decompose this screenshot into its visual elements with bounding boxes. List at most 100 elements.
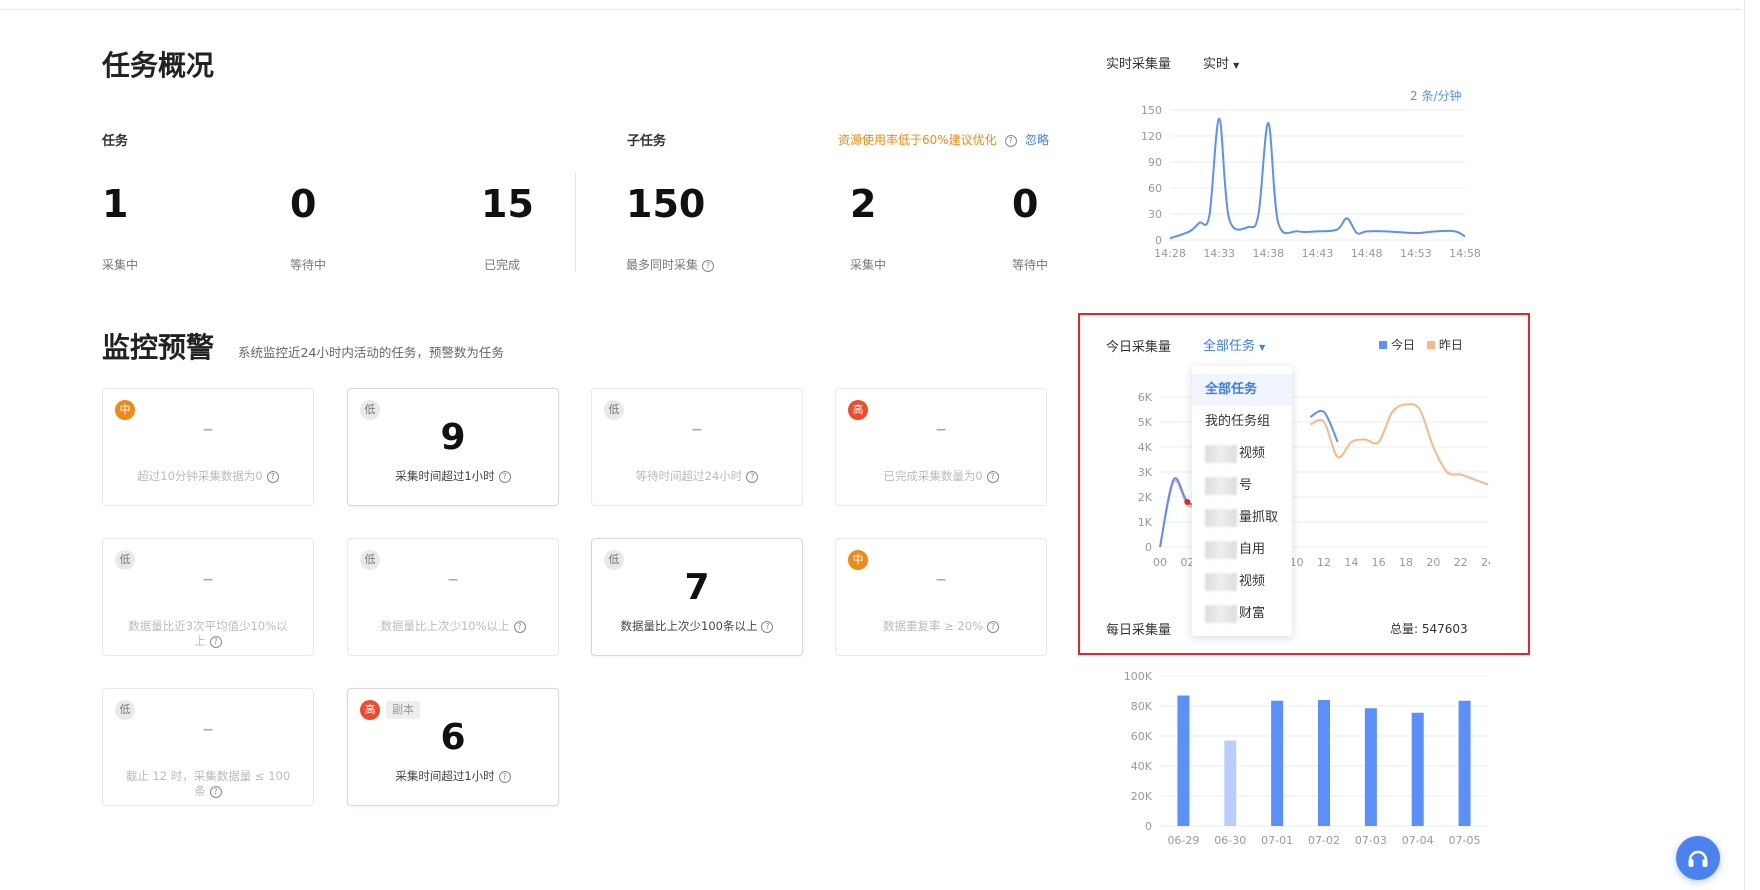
daily-total: 总量: 547603: [1390, 622, 1468, 636]
help-icon[interactable]: ?: [266, 470, 279, 483]
monitor-subtitle: 系统监控近24小时内活动的任务，预警数为任务: [238, 345, 504, 360]
scrollbar-track[interactable]: [1744, 0, 1745, 890]
today-filter-select[interactable]: 全部任务 ▼: [1203, 335, 1265, 354]
today-filter-value: 全部任务: [1203, 339, 1256, 354]
y-tick-label: 20K: [1131, 790, 1153, 803]
dropdown-option[interactable]: 视频: [1192, 438, 1292, 470]
help-icon[interactable]: ?: [513, 620, 526, 633]
help-icon[interactable]: ?: [498, 470, 511, 483]
dropdown-option[interactable]: 号: [1192, 470, 1292, 502]
subtask-stat-label: 最多同时采集?: [626, 256, 715, 273]
x-tick-label: 07-04: [1402, 834, 1434, 847]
x-tick-label: 14:33: [1203, 247, 1235, 260]
subtask-stat-label: 等待中: [1012, 258, 1049, 272]
dropdown-option[interactable]: 财富: [1192, 598, 1292, 630]
alert-count: –: [202, 417, 214, 442]
alert-description: 数据量比上次少10%以上?: [368, 619, 538, 634]
realtime-mode-value: 实时: [1203, 57, 1230, 72]
alert-count: –: [447, 567, 459, 592]
realtime-chart: 0 30 60 90 120 150 14:28 14:33 14:38 14:43 14:48 14…: [1141, 104, 1481, 260]
help-icon[interactable]: ?: [746, 470, 759, 483]
alert-description-text: 超过10分钟采集数据为0: [137, 469, 263, 483]
dropdown-option-text: 视频: [1239, 574, 1266, 589]
headset-icon: [1688, 850, 1708, 867]
dropdown-option-text: 量抓取: [1239, 510, 1279, 525]
redacted-text: [1205, 572, 1237, 591]
y-tick-label: 150: [1141, 104, 1162, 117]
alert-card[interactable]: 低 7 数据量比上次少100条以上?: [591, 538, 803, 656]
task-stat-label: 采集中: [102, 258, 139, 272]
legend-today-label: 今日: [1391, 338, 1416, 352]
bar: [1364, 708, 1377, 826]
alert-card[interactable]: 低 – 等待时间超过24小时?: [591, 388, 803, 506]
alert-card[interactable]: 低 9 采集时间超过1小时?: [347, 388, 559, 506]
help-icon[interactable]: ?: [1004, 134, 1017, 147]
x-tick-label: 00: [1153, 556, 1167, 569]
x-tick-label: 14:43: [1302, 247, 1334, 260]
dropdown-option[interactable]: 视频: [1192, 566, 1292, 598]
x-tick-label: 16: [1372, 556, 1386, 569]
bar: [1271, 700, 1284, 826]
x-tick-label: 14:53: [1400, 247, 1432, 260]
dropdown-option-all-tasks[interactable]: 全部任务: [1192, 374, 1292, 406]
alert-description: 等待时间超过24小时?: [612, 469, 782, 484]
dropdown-option[interactable]: 量抓取: [1192, 502, 1292, 534]
help-icon[interactable]: ?: [498, 770, 511, 783]
today-chart-label: 今日采集量: [1106, 340, 1172, 355]
page-title: 任务概况: [102, 49, 215, 82]
x-tick-label: 14:38: [1252, 247, 1284, 260]
task-stat-value: 15: [481, 182, 534, 226]
alert-card[interactable]: 中 – 超过10分钟采集数据为0?: [102, 388, 314, 506]
alert-card[interactable]: 低 – 数据量比上次少10%以上?: [347, 538, 559, 656]
y-tick-label: 90: [1148, 156, 1162, 169]
alert-count: –: [691, 417, 703, 442]
alert-description-text: 数据重复率 ≥ 20%: [882, 619, 983, 633]
help-icon[interactable]: ?: [761, 620, 774, 633]
dropdown-option-my-groups[interactable]: 我的任务组: [1192, 406, 1292, 438]
help-icon[interactable]: ?: [986, 470, 999, 483]
alert-description-text: 采集时间超过1小时: [395, 469, 495, 483]
realtime-mode-select[interactable]: 实时 ▼: [1203, 53, 1239, 72]
monitor-title: 监控预警: [102, 331, 215, 364]
bar: [1177, 695, 1190, 826]
customer-service-button[interactable]: [1676, 836, 1720, 880]
stats-divider: [575, 172, 576, 272]
bar: [1458, 700, 1471, 826]
task-section-label: 任务: [102, 134, 129, 149]
suggestion-text: 资源使用率低于60%建议优化: [838, 133, 997, 147]
ignore-link[interactable]: 忽略: [1025, 131, 1049, 148]
dropdown-option-text: 自用: [1239, 542, 1266, 557]
daily-chart-label: 每日采集量: [1106, 623, 1172, 638]
y-tick-label: 100K: [1124, 670, 1153, 683]
help-icon[interactable]: ?: [209, 785, 222, 798]
help-icon[interactable]: ?: [987, 620, 999, 633]
task-stat-value: 0: [290, 182, 317, 226]
dropdown-option[interactable]: 自用: [1192, 534, 1292, 566]
y-tick-label: 60: [1148, 182, 1162, 195]
alert-description: 数据量比近3次平均值少10%以上?: [123, 619, 293, 649]
y-tick-label: 80K: [1131, 700, 1153, 713]
task-stat-label: 等待中: [290, 258, 327, 272]
alert-card[interactable]: 低 – 截止 12 时，采集数据量 ≤ 100 条?: [102, 688, 314, 806]
y-tick-label: 2K: [1138, 491, 1153, 504]
caret-down-icon: ▼: [1233, 61, 1240, 70]
x-tick-label: 14:58: [1449, 247, 1481, 260]
alert-count: 9: [440, 417, 466, 458]
alert-card[interactable]: 中 – 数据重复率 ≥ 20%?: [835, 538, 1047, 656]
alert-card[interactable]: 高副本 6 采集时间超过1小时?: [347, 688, 559, 806]
alert-count: 7: [684, 567, 710, 608]
legend-yesterday-label: 昨日: [1438, 338, 1463, 352]
help-icon[interactable]: ?: [702, 259, 715, 272]
alert-description-text: 采集时间超过1小时: [395, 769, 495, 783]
help-icon[interactable]: ?: [209, 635, 222, 648]
redacted-text: [1205, 604, 1237, 623]
alert-description-text: 数据量比近3次平均值少10%以上: [128, 619, 288, 648]
alert-card[interactable]: 高 – 已完成采集数量为0?: [835, 388, 1047, 506]
caret-down-icon: ▼: [1259, 343, 1266, 352]
alert-card[interactable]: 低 – 数据量比近3次平均值少10%以上?: [102, 538, 314, 656]
subtask-stat-value: 150: [626, 182, 706, 226]
alert-description: 超过10分钟采集数据为0?: [123, 469, 293, 484]
daily-chart: 0 20K 40K 60K 80K 100K 06-29 06-30 07-01 07-02 07-…: [1124, 670, 1488, 847]
y-tick-label: 0: [1145, 820, 1152, 833]
alert-count: –: [202, 567, 214, 592]
